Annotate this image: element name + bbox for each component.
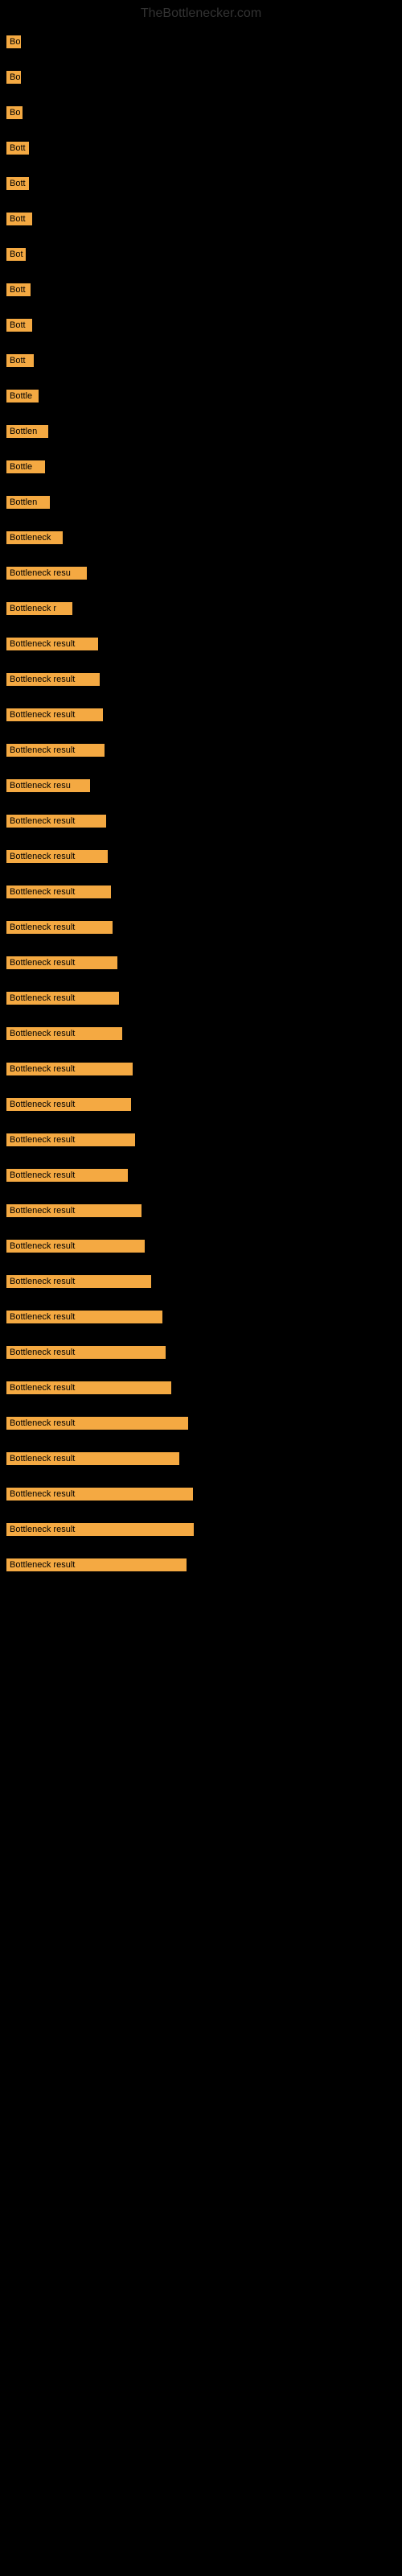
label-box: Bott bbox=[6, 142, 29, 155]
label-box: Bottleneck result bbox=[6, 886, 111, 898]
list-item: Bo bbox=[0, 24, 402, 60]
list-item: Bottleneck result bbox=[0, 1087, 402, 1122]
label-box: Bottleneck result bbox=[6, 673, 100, 686]
label-box: Bott bbox=[6, 319, 32, 332]
list-item: Bottleneck result bbox=[0, 803, 402, 839]
label-box: Bottleneck result bbox=[6, 1275, 151, 1288]
list-item: Bottleneck bbox=[0, 520, 402, 555]
label-box: Bottleneck result bbox=[6, 1133, 135, 1146]
list-item: Bottleneck result bbox=[0, 1547, 402, 1583]
list-item: Bott bbox=[0, 130, 402, 166]
list-item: Bottleneck result bbox=[0, 980, 402, 1016]
list-item: Bot bbox=[0, 237, 402, 272]
list-item: Bottleneck result bbox=[0, 1299, 402, 1335]
label-box: Bottleneck result bbox=[6, 1240, 145, 1253]
list-item: Bottleneck r bbox=[0, 591, 402, 626]
list-item: Bott bbox=[0, 308, 402, 343]
label-box: Bottlen bbox=[6, 425, 48, 438]
list-item: Bott bbox=[0, 166, 402, 201]
list-item: Bottleneck result bbox=[0, 1476, 402, 1512]
list-item: Bottleneck result bbox=[0, 1122, 402, 1158]
list-item: Bottlen bbox=[0, 414, 402, 449]
list-item: Bott bbox=[0, 343, 402, 378]
label-box: Bottleneck result bbox=[6, 921, 113, 934]
list-item: Bottle bbox=[0, 449, 402, 485]
label-box: Bo bbox=[6, 35, 21, 48]
list-item: Bottleneck result bbox=[0, 1441, 402, 1476]
list-item: Bo bbox=[0, 60, 402, 95]
label-box: Bo bbox=[6, 71, 21, 84]
label-box: Bottleneck result bbox=[6, 850, 108, 863]
list-item: Bottleneck result bbox=[0, 1264, 402, 1299]
list-item: Bottleneck result bbox=[0, 945, 402, 980]
label-box: Bottleneck result bbox=[6, 1063, 133, 1075]
label-box: Bott bbox=[6, 283, 31, 296]
list-item: Bottleneck result bbox=[0, 874, 402, 910]
label-box: Bottleneck result bbox=[6, 708, 103, 721]
label-box: Bottleneck result bbox=[6, 1523, 194, 1536]
list-item: Bottleneck resu bbox=[0, 768, 402, 803]
label-box: Bottleneck result bbox=[6, 956, 117, 969]
list-item: Bottleneck result bbox=[0, 1158, 402, 1193]
label-box: Bottleneck result bbox=[6, 1381, 171, 1394]
label-box: Bottleneck result bbox=[6, 744, 105, 757]
label-box: Bottleneck result bbox=[6, 1204, 142, 1217]
list-item: Bottleneck result bbox=[0, 1228, 402, 1264]
list-item: Bottleneck result bbox=[0, 1016, 402, 1051]
label-box: Bottleneck result bbox=[6, 1346, 166, 1359]
list-item: Bottlen bbox=[0, 485, 402, 520]
label-box: Bottleneck result bbox=[6, 815, 106, 828]
label-box: Bottle bbox=[6, 390, 39, 402]
label-box: Bottleneck result bbox=[6, 638, 98, 650]
label-box: Bottleneck r bbox=[6, 602, 72, 615]
list-item: Bott bbox=[0, 201, 402, 237]
label-box: Bott bbox=[6, 177, 29, 190]
label-box: Bottleneck result bbox=[6, 992, 119, 1005]
list-item: Bottleneck result bbox=[0, 733, 402, 768]
label-box: Bottle bbox=[6, 460, 45, 473]
label-box: Bottleneck result bbox=[6, 1417, 188, 1430]
label-box: Bottleneck result bbox=[6, 1311, 162, 1323]
label-box: Bott bbox=[6, 213, 32, 225]
label-box: Bot bbox=[6, 248, 26, 261]
label-box: Bottleneck result bbox=[6, 1452, 179, 1465]
label-box: Bo bbox=[6, 106, 23, 119]
list-item: Bottleneck result bbox=[0, 626, 402, 662]
row-container: Bo Bo Bo Bott Bott Bott Bot Bott Bott Bott Bottle B… bbox=[0, 24, 402, 1583]
list-item: Bottleneck resu bbox=[0, 555, 402, 591]
list-item: Bottleneck result bbox=[0, 697, 402, 733]
label-box: Bottleneck result bbox=[6, 1169, 128, 1182]
label-box: Bottleneck bbox=[6, 531, 63, 544]
label-box: Bottleneck resu bbox=[6, 567, 87, 580]
label-box: Bottleneck result bbox=[6, 1488, 193, 1501]
label-box: Bottleneck result bbox=[6, 1558, 187, 1571]
list-item: Bottleneck result bbox=[0, 1406, 402, 1441]
site-title: TheBottlenecker.com bbox=[0, 0, 402, 24]
label-box: Bottleneck resu bbox=[6, 779, 90, 792]
list-item: Bottleneck result bbox=[0, 1193, 402, 1228]
list-item: Bottleneck result bbox=[0, 1370, 402, 1406]
list-item: Bottleneck result bbox=[0, 662, 402, 697]
label-box: Bottleneck result bbox=[6, 1098, 131, 1111]
list-item: Bottleneck result bbox=[0, 910, 402, 945]
list-item: Bottle bbox=[0, 378, 402, 414]
list-item: Bottleneck result bbox=[0, 1051, 402, 1087]
list-item: Bo bbox=[0, 95, 402, 130]
list-item: Bott bbox=[0, 272, 402, 308]
list-item: Bottleneck result bbox=[0, 839, 402, 874]
label-box: Bottlen bbox=[6, 496, 50, 509]
label-box: Bott bbox=[6, 354, 34, 367]
list-item: Bottleneck result bbox=[0, 1335, 402, 1370]
label-box: Bottleneck result bbox=[6, 1027, 122, 1040]
list-item: Bottleneck result bbox=[0, 1512, 402, 1547]
